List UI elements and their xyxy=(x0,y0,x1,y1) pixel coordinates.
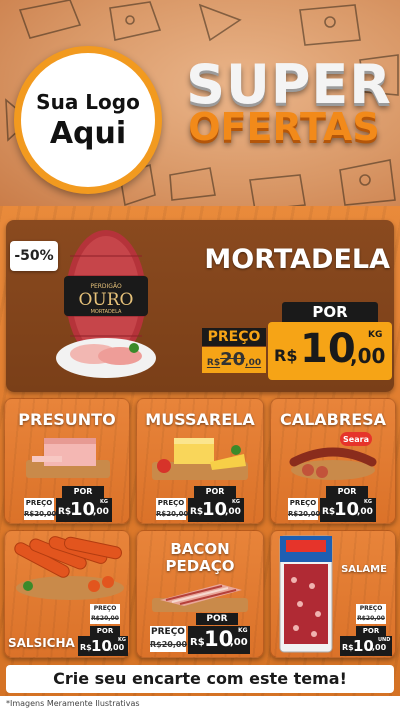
por-label-mussarela: POR xyxy=(194,486,236,498)
price-salame: 10 xyxy=(353,637,374,655)
por-label-calabresa: POR xyxy=(326,486,368,498)
product-name-salsicha: SALSICHA xyxy=(8,636,75,650)
currency-bacon: R$ xyxy=(190,637,205,648)
cents-bacon: ,00 xyxy=(230,637,248,648)
old-price-presunto: R$20,00 xyxy=(24,508,57,520)
cents-calabresa: ,00 xyxy=(357,507,373,517)
price-mussarela: 10 xyxy=(202,499,228,520)
product-name-salame: SALAME xyxy=(341,564,387,575)
cents-salsicha: ,00 xyxy=(110,643,125,652)
new-price-bacon: R$ 10 ,00 KG xyxy=(188,626,250,654)
por-label-salame: POR xyxy=(356,626,386,636)
salsicha-image xyxy=(14,536,124,600)
hero-banner: Sua Logo Aqui SUPER OFERTAS xyxy=(0,0,400,214)
new-price-salsicha: R$ 10 ,00 KG xyxy=(78,636,128,656)
new-price-presunto: R$ 10 ,00 KG xyxy=(56,498,112,522)
featured-price-value: 10 xyxy=(300,326,356,372)
seara-logo-text: Seara xyxy=(343,435,369,444)
old-price-calabresa: R$20,00 xyxy=(288,508,321,520)
price-presunto: 10 xyxy=(70,499,96,520)
featured-product-name: MORTADELA xyxy=(204,244,390,275)
preco-label-bacon: PREÇO xyxy=(150,626,186,638)
old-price-bacon: R$20,00 xyxy=(150,638,187,652)
price-calabresa: 10 xyxy=(334,499,360,520)
preco-label-mussarela: PREÇO xyxy=(156,498,186,508)
new-price-salame: R$ 10 ,00 UND xyxy=(340,636,392,656)
featured-old-price-prefix: R$ xyxy=(206,358,221,368)
preco-label-calabresa: PREÇO xyxy=(288,498,318,508)
unit-mussarela: KG xyxy=(232,499,240,505)
unit-calabresa: KG xyxy=(364,499,372,505)
preco-label-salsicha: PREÇO xyxy=(90,604,120,613)
unit-salsicha: KG xyxy=(118,637,126,643)
footer-disclaimer: *Imagens Meramente Ilustrativas xyxy=(0,696,400,711)
title-ofertas: OFERTAS xyxy=(188,105,380,149)
product-name-mussarela: MUSSARELA xyxy=(145,410,255,429)
featured-preco-label: PREÇO xyxy=(202,328,266,346)
por-label-presunto: POR xyxy=(62,486,104,498)
currency-salsicha: R$ xyxy=(80,643,92,652)
unit-bacon: KG xyxy=(238,627,248,634)
featured-price-cents: ,00 xyxy=(350,344,386,368)
unit-salame: UND xyxy=(378,637,391,643)
cents-presunto: ,00 xyxy=(93,507,109,517)
por-label-salsicha: POR xyxy=(90,626,120,636)
new-price-mussarela: R$ 10 ,00 KG xyxy=(188,498,244,522)
featured-old-price-cents: ,00 xyxy=(245,358,262,368)
featured-old-price-value: 20 xyxy=(220,349,246,370)
brand-sub-text: MORTADELA xyxy=(91,309,122,315)
cents-mussarela: ,00 xyxy=(225,507,241,517)
mussarela-image xyxy=(152,438,248,480)
cta-banner[interactable]: Crie seu encarte com este tema! xyxy=(6,665,394,693)
preco-label-salame: PREÇO xyxy=(356,604,386,613)
presunto-image xyxy=(26,438,110,478)
preco-label-presunto: PREÇO xyxy=(24,498,54,508)
brand-text: OURO xyxy=(78,290,133,310)
product-name-bacon-line1: BACON xyxy=(170,540,230,558)
discount-badge: -50% xyxy=(10,241,58,271)
featured-currency: R$ xyxy=(274,346,298,365)
logo-placeholder: Sua Logo Aqui xyxy=(14,46,162,194)
new-price-calabresa: R$ 10 ,00 KG xyxy=(320,498,376,522)
old-price-salame: R$20,00 xyxy=(356,613,386,624)
unit-presunto: KG xyxy=(100,499,108,505)
price-bacon: 10 xyxy=(204,627,234,651)
featured-por-label: POR xyxy=(282,302,378,322)
cents-salame: ,00 xyxy=(372,643,387,652)
currency-salame: R$ xyxy=(342,643,354,652)
old-price-salsicha: R$20,00 xyxy=(90,613,120,624)
por-label-bacon: POR xyxy=(196,613,238,625)
featured-new-price: R$ 10 ,00 KG xyxy=(268,322,392,380)
salame-image xyxy=(279,535,333,653)
logo-text-line2: Aqui xyxy=(49,115,127,151)
featured-old-price: R$20,00 xyxy=(202,347,266,373)
logo-text-line1: Sua Logo xyxy=(36,89,140,114)
featured-unit: KG xyxy=(368,330,383,340)
old-price-mussarela: R$20,00 xyxy=(156,508,189,520)
calabresa-image: Seara xyxy=(289,432,377,480)
price-salsicha: 10 xyxy=(91,637,112,655)
title-super: SUPER xyxy=(186,53,392,116)
product-name-presunto: PRESUNTO xyxy=(18,410,116,429)
bacon-image xyxy=(152,584,248,612)
product-name-bacon-line2: PEDAÇO xyxy=(165,557,235,575)
product-name-calabresa: CALABRESA xyxy=(279,410,387,429)
mortadela-image: PERDIGÃO OURO MORTADELA xyxy=(56,230,156,378)
brand-small-text: PERDIGÃO xyxy=(90,283,122,290)
